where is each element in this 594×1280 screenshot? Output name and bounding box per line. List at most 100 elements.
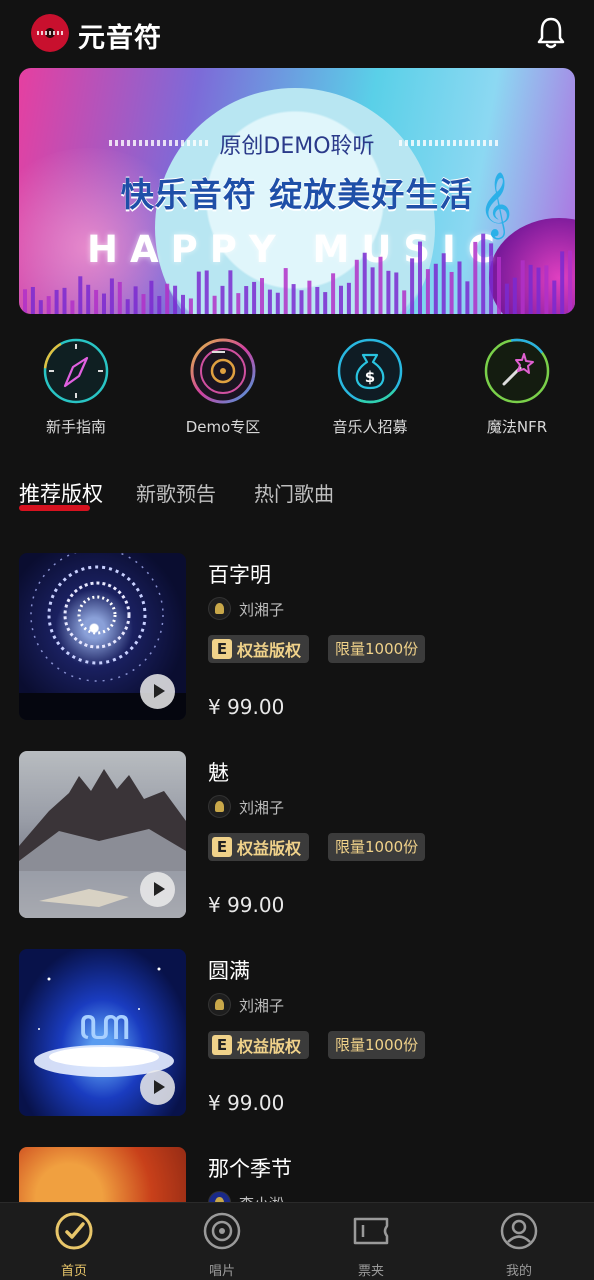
song-list-item[interactable]: 魅 刘湘子 E 权益版权 限量1000份 ¥ 99.00 xyxy=(19,751,575,919)
tab-new-song-preview[interactable]: 新歌预告 xyxy=(136,478,216,507)
app-name: 元音符 xyxy=(78,23,162,54)
equalizer-bar xyxy=(497,256,501,314)
equalizer-bar xyxy=(299,290,304,314)
song-cover-image xyxy=(19,751,186,918)
home-disc-icon xyxy=(55,1212,93,1250)
nav-label: 首页 xyxy=(60,1264,87,1279)
tab-recommended-copyright[interactable]: 推荐版权 xyxy=(19,478,103,508)
shortcut-label: 新手指南 xyxy=(45,418,106,436)
ticket-icon xyxy=(353,1217,389,1245)
app-header: 元音符 xyxy=(0,0,594,68)
equalizer-bar xyxy=(109,278,114,314)
artist-name: 刘湘子 xyxy=(239,601,285,619)
equalizer-bar xyxy=(188,298,193,314)
nav-ticket-folder[interactable]: 票夹 xyxy=(321,1211,421,1279)
equalizer-bar xyxy=(418,241,422,314)
bottom-navigation-bar: 首页 唱片 票夹 我的 xyxy=(0,1202,594,1280)
equalizer-bar xyxy=(252,281,257,314)
badge-text: 权益版权 xyxy=(237,839,302,858)
nav-records[interactable]: 唱片 xyxy=(172,1211,272,1279)
equalizer-bar xyxy=(102,293,106,314)
equalizer-graphic xyxy=(23,233,573,314)
song-list-item[interactable]: ꦲ 圆满 刘湘子 E 权益版权 限量1000份 ¥ 99.00 xyxy=(19,949,575,1117)
copyright-badge: E 权益版权 xyxy=(208,635,310,663)
equalizer-bar xyxy=(520,260,525,314)
limited-quantity-badge: 限量1000份 xyxy=(328,833,426,861)
svg-text:$: $ xyxy=(365,368,375,386)
equalizer-bar xyxy=(323,292,328,314)
equalizer-bar xyxy=(149,280,154,314)
equalizer-bar xyxy=(260,278,264,314)
e-badge-icon: E xyxy=(212,1035,232,1055)
equalizer-bar xyxy=(402,290,407,314)
equalizer-bar xyxy=(291,284,296,314)
equalizer-bar xyxy=(449,271,454,314)
equalizer-bar xyxy=(378,256,383,314)
equalizer-bar xyxy=(62,287,67,314)
artist-avatar xyxy=(208,993,231,1016)
equalizer-bar xyxy=(204,270,209,314)
song-title: 那个季节 xyxy=(208,1157,292,1181)
nav-label: 我的 xyxy=(505,1264,532,1279)
shortcut-magic-nfr[interactable]: 魔法NFR xyxy=(462,338,572,437)
nav-home[interactable]: 首页 xyxy=(24,1211,124,1279)
app-logo-icon xyxy=(31,14,69,52)
shortcut-demo-zone[interactable]: Demo专区 xyxy=(168,338,278,437)
equalizer-bar xyxy=(141,294,146,314)
play-button[interactable] xyxy=(140,872,175,907)
equalizer-bar xyxy=(275,292,280,314)
play-button[interactable] xyxy=(140,674,175,709)
equalizer-bar xyxy=(536,267,541,314)
equalizer-bar xyxy=(173,285,178,314)
active-tab-indicator xyxy=(19,505,90,511)
equalizer-bar xyxy=(196,271,201,314)
shortcut-beginner-guide[interactable]: 新手指南 xyxy=(21,338,131,437)
shortcut-musician-recruit[interactable]: $ 音乐人招募 xyxy=(315,338,425,437)
equalizer-bar xyxy=(568,250,573,314)
artist-avatar xyxy=(208,597,231,620)
equalizer-bar xyxy=(560,251,565,314)
badge-text: 权益版权 xyxy=(237,641,302,660)
song-cover-image xyxy=(19,553,186,720)
equalizer-bar xyxy=(346,282,351,314)
equalizer-bar xyxy=(512,277,517,314)
shortcut-label: 音乐人招募 xyxy=(332,418,408,436)
equalizer-bar xyxy=(465,281,470,314)
song-cover-image: ꦲ xyxy=(19,949,186,1116)
equalizer-bar xyxy=(125,299,130,314)
equalizer-bar xyxy=(54,289,59,314)
artist-avatar xyxy=(208,795,231,818)
song-list-item[interactable]: 百字明 刘湘子 E 权益版权 限量1000份 ¥ 99.00 xyxy=(19,553,575,721)
nav-profile[interactable]: 我的 xyxy=(469,1211,569,1279)
equalizer-bar xyxy=(425,269,430,314)
equalizer-bar xyxy=(307,280,312,314)
equalizer-bar xyxy=(46,296,51,314)
copyright-badge: E 权益版权 xyxy=(208,1031,310,1059)
equalizer-bar xyxy=(228,270,233,314)
record-icon xyxy=(203,1212,241,1250)
limited-quantity-badge: 限量1000份 xyxy=(328,1031,426,1059)
e-badge-icon: E xyxy=(212,837,232,857)
song-price: ¥ 99.00 xyxy=(208,695,285,719)
equalizer-bar xyxy=(433,263,438,314)
equalizer-bar xyxy=(86,284,91,314)
equalizer-bar xyxy=(481,233,486,314)
tab-hot-songs[interactable]: 热门歌曲 xyxy=(254,478,334,507)
compass-icon xyxy=(43,338,109,404)
notification-bell-icon[interactable] xyxy=(535,16,567,50)
equalizer-bar xyxy=(38,300,43,314)
play-button[interactable] xyxy=(140,1070,175,1105)
equalizer-bar xyxy=(94,289,99,314)
promo-banner[interactable]: 原创DEMO聆听 快乐音符 绽放美好生活 HAPPY MUSIC 𝄞 xyxy=(19,68,575,314)
equalizer-bar xyxy=(133,286,138,314)
song-price: ¥ 99.00 xyxy=(208,893,285,917)
equalizer-bar xyxy=(283,268,288,314)
shortcut-label: Demo专区 xyxy=(185,418,261,436)
equalizer-bar xyxy=(528,264,533,314)
equalizer-bar xyxy=(244,286,249,314)
equalizer-bar xyxy=(386,270,391,314)
equalizer-bar xyxy=(315,286,320,314)
vinyl-record-icon xyxy=(190,338,256,404)
equalizer-bar xyxy=(544,265,549,314)
equalizer-bar xyxy=(236,293,241,314)
